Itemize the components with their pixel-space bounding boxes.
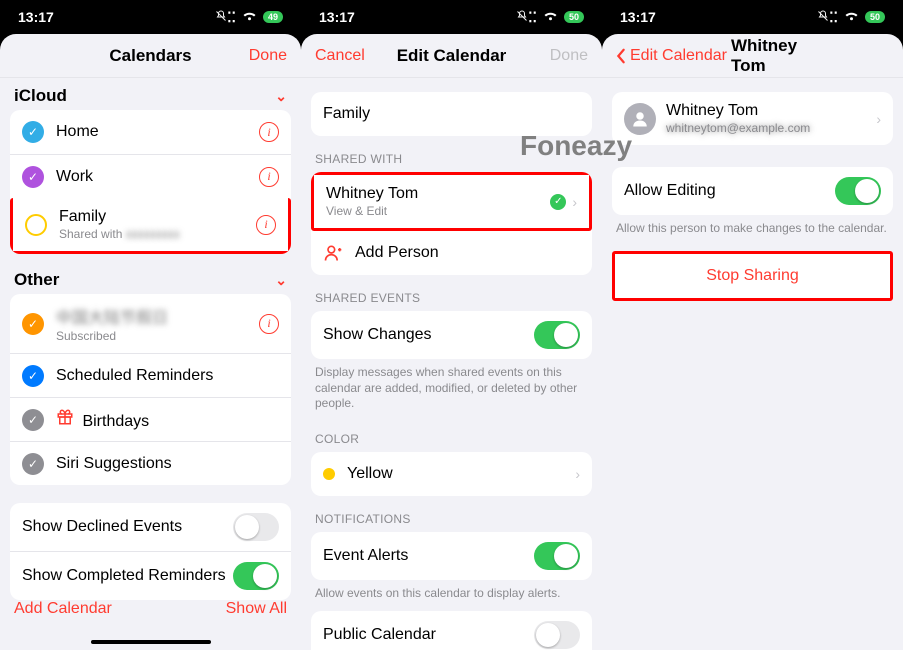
status-bar: 13:17 ⁚⁚ 50 [301,0,602,34]
chevron-right-icon: › [575,466,580,482]
shared-events-footer: Display messages when shared events on t… [301,359,602,416]
icloud-section-header[interactable]: iCloud ⌄ [0,78,301,110]
allow-editing-footer: Allow this person to make changes to the… [602,215,903,241]
check-circle-icon: ✓ [22,166,44,188]
gift-icon [56,408,74,426]
shared-person-row[interactable]: Whitney Tom View & Edit ✓ › [311,172,592,231]
toggle[interactable] [534,621,580,649]
calendar-item-birthdays[interactable]: ✓ Birthdays [10,397,291,441]
back-button[interactable]: Edit Calendar [616,47,727,65]
home-indicator [91,640,211,644]
navbar: Cancel Edit Calendar Done [301,34,602,78]
nav-title: Edit Calendar [385,46,518,66]
chevron-down-icon: ⌄ [275,272,287,289]
navbar: Calendars Done [0,34,301,78]
check-circle-icon: ✓ [22,313,44,335]
add-person-button[interactable]: Add Person [311,231,592,275]
clock: 13:17 [620,9,811,25]
check-circle-icon: ✓ [22,453,44,475]
color-header: COLOR [301,416,602,452]
toggle[interactable] [534,321,580,349]
status-bar: 13:17 ⁚⁚ 50 [602,0,903,34]
bell-slash-icon [516,9,528,25]
notifications-footer: Allow events on this calendar to display… [301,580,602,606]
color-picker-row[interactable]: Yellow › [311,452,592,496]
chevron-right-icon: › [876,111,881,127]
chevron-left-icon [616,48,626,64]
stop-sharing-button[interactable]: Stop Sharing [615,254,890,298]
info-icon[interactable]: i [259,314,279,334]
contact-row[interactable]: Whitney Tom whitneytom@example.com › [612,92,893,145]
check-circle-icon: ✓ [550,194,566,210]
nav-title: Whitney Tom [731,36,797,76]
show-changes-toggle-row[interactable]: Show Changes [311,311,592,359]
person-plus-icon [323,243,343,263]
calendar-item-subscribed[interactable]: ✓ 中国大陆节假日 Subscribed i [10,294,291,353]
chevron-down-icon: ⌄ [275,88,287,105]
avatar-icon [624,103,656,135]
phone-edit-calendar: 13:17 ⁚⁚ 50 Cancel Edit Calendar Done Fa… [301,0,602,650]
show-all-button[interactable]: Show All [226,600,287,618]
done-button[interactable]: Done [217,47,287,65]
calendar-item-work[interactable]: ✓ Work i [10,154,291,198]
status-bar: 13:17 ⁚⁚ 49 [0,0,301,34]
wifi-icon [844,9,859,25]
calendar-item-scheduled[interactable]: ✓ Scheduled Reminders [10,353,291,397]
calendar-item-siri[interactable]: ✓ Siri Suggestions [10,441,291,485]
check-circle-icon: ✓ [22,365,44,387]
show-declined-toggle-row[interactable]: Show Declined Events [10,503,291,551]
check-circle-icon: ✓ [22,409,44,431]
calendar-name-field[interactable]: Family [311,92,592,136]
empty-circle-icon [25,214,47,236]
info-icon[interactable]: i [259,167,279,187]
shared-events-header: SHARED EVENTS [301,275,602,311]
other-section-header[interactable]: Other ⌄ [0,254,301,294]
toggle[interactable] [233,513,279,541]
nav-title: Calendars [84,46,217,66]
calendar-item-family[interactable]: Family Shared with xxxxxxxxx i [10,198,291,254]
toggle[interactable] [835,177,881,205]
phone-calendars: 13:17 ⁚⁚ 49 Calendars Done iCloud ⌄ ✓ Ho… [0,0,301,650]
shared-with-header: SHARED WITH [301,136,602,172]
allow-editing-toggle-row[interactable]: Allow Editing [612,167,893,215]
info-icon[interactable]: i [259,122,279,142]
battery-icon: 49 [263,11,283,23]
check-circle-icon: ✓ [22,121,44,143]
cellular-icon: ⁚⁚ [528,9,537,26]
cellular-icon: ⁚⁚ [227,9,236,26]
clock: 13:17 [319,9,510,25]
toggle[interactable] [534,542,580,570]
done-button[interactable]: Done [518,47,588,65]
wifi-icon [543,9,558,25]
phone-person-detail: 13:17 ⁚⁚ 50 Edit Calendar Whitney Tom [602,0,903,650]
color-dot-icon [323,468,335,480]
notifications-header: NOTIFICATIONS [301,496,602,532]
info-icon[interactable]: i [256,215,276,235]
add-calendar-button[interactable]: Add Calendar [14,600,112,618]
bell-slash-icon [215,9,227,25]
cancel-button[interactable]: Cancel [315,47,385,65]
navbar: Edit Calendar Whitney Tom [602,34,903,78]
event-alerts-toggle-row[interactable]: Event Alerts [311,532,592,580]
calendar-item-home[interactable]: ✓ Home i [10,110,291,154]
battery-icon: 50 [564,11,584,23]
battery-icon: 50 [865,11,885,23]
cellular-icon: ⁚⁚ [829,9,838,26]
wifi-icon [242,9,257,25]
public-calendar-toggle-row[interactable]: Public Calendar [311,611,592,650]
clock: 13:17 [18,9,209,25]
chevron-right-icon: › [572,194,577,210]
bell-slash-icon [817,9,829,25]
